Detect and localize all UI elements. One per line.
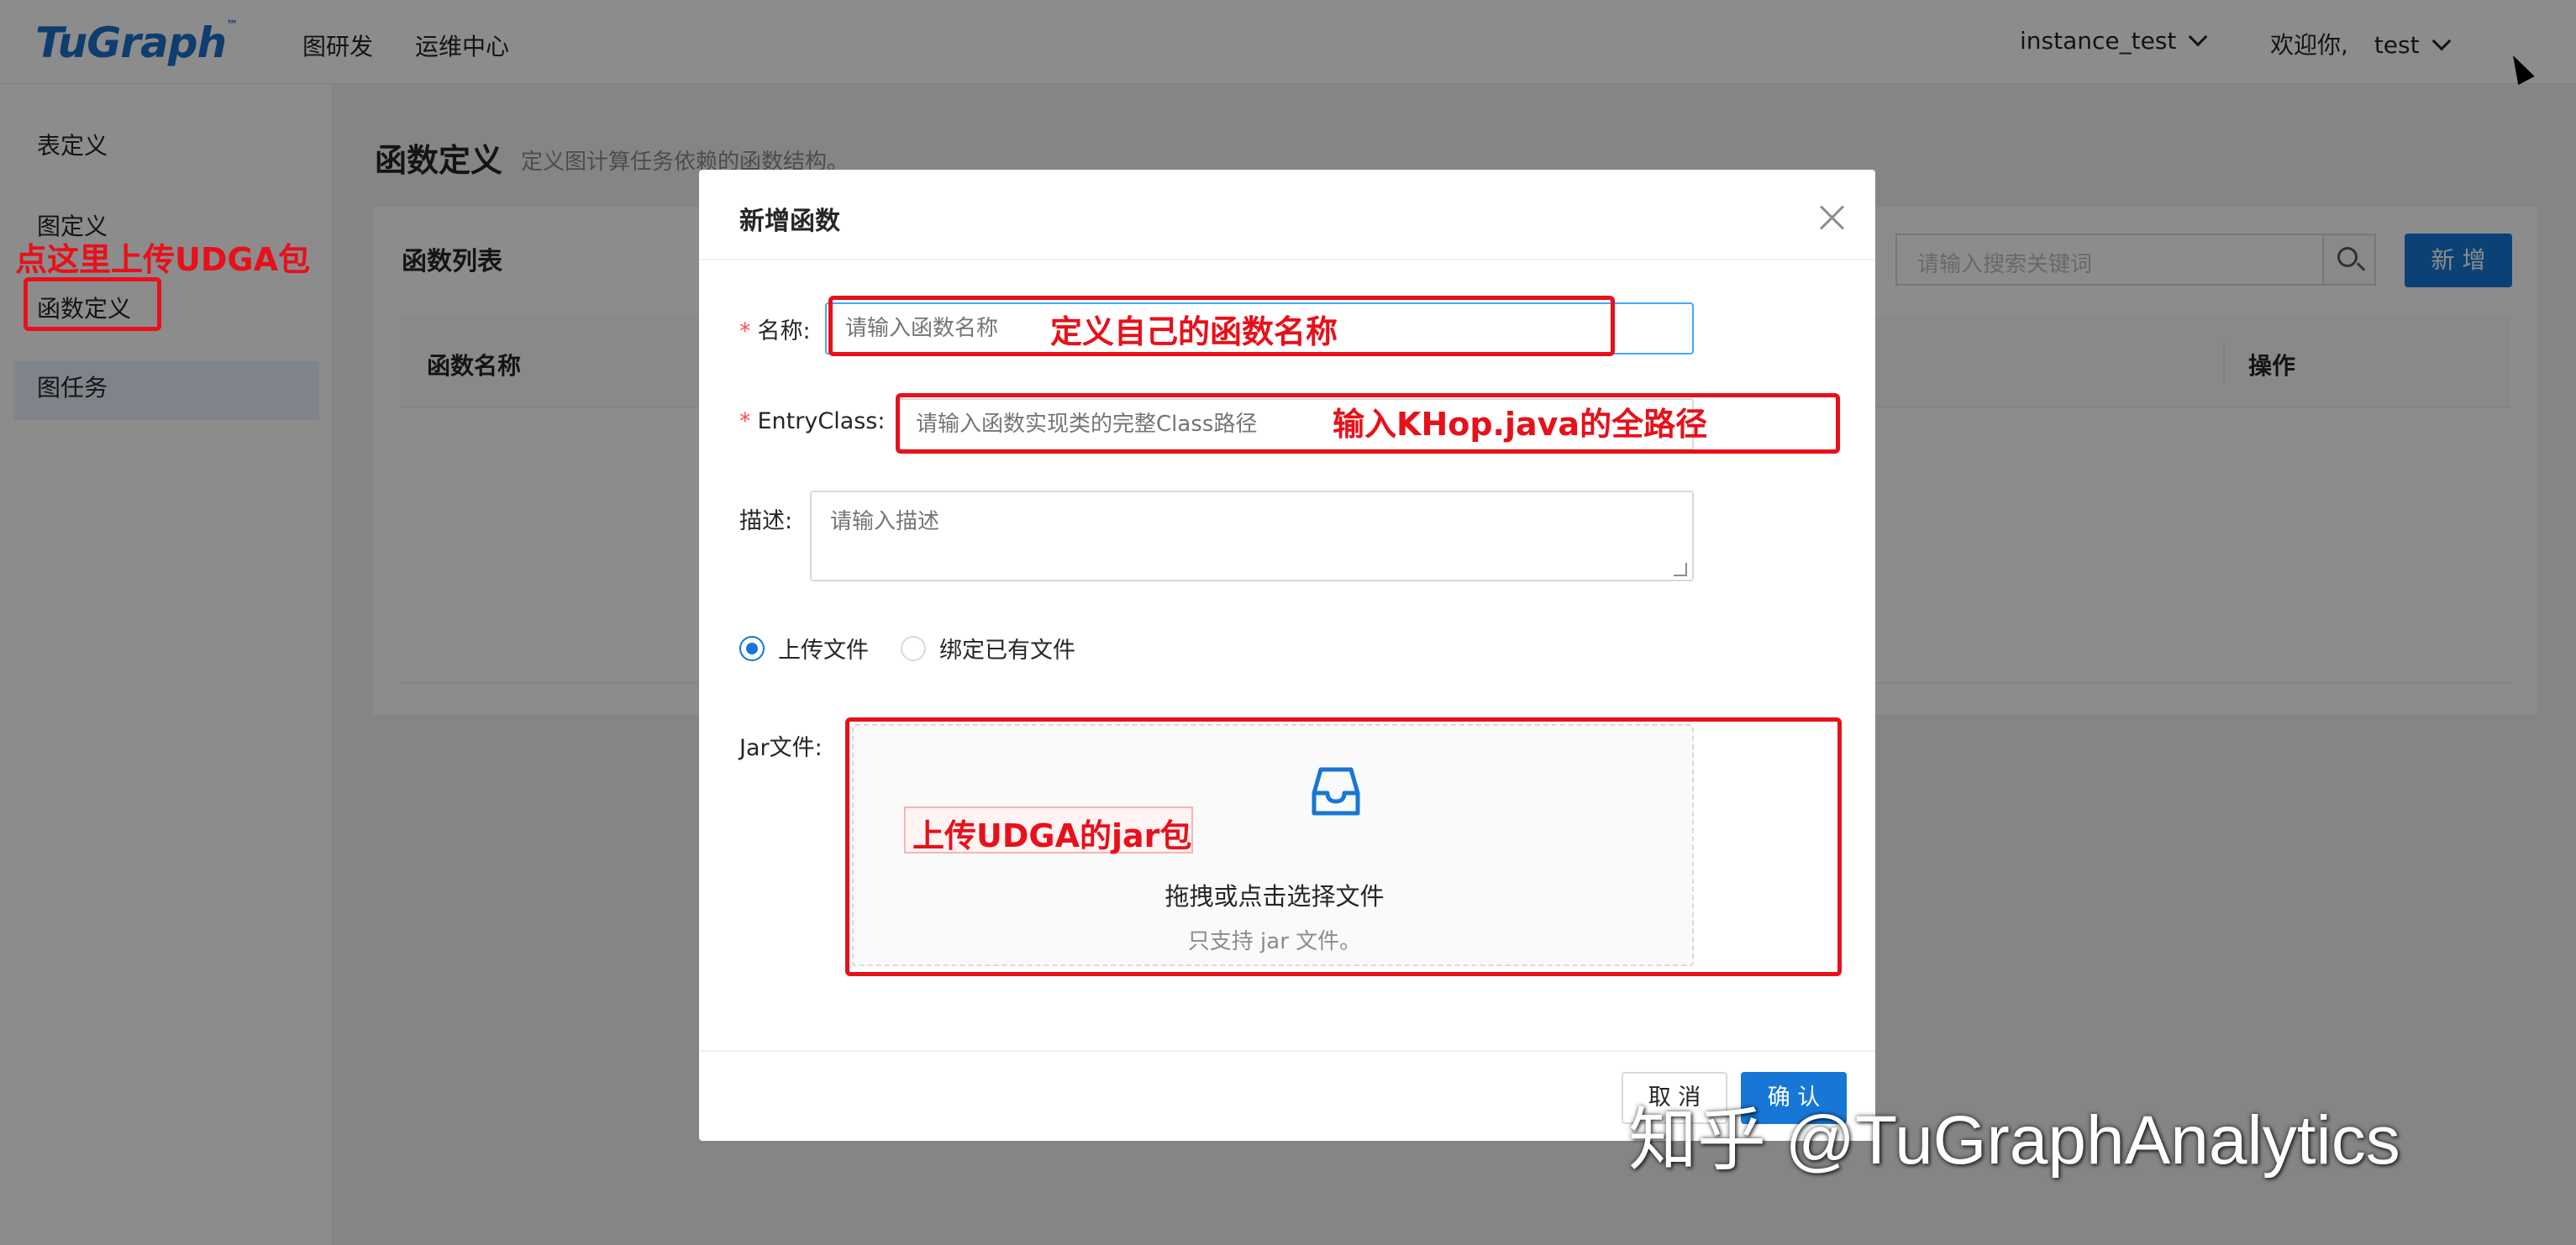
annotation-jar-note: 上传UDGA的jar包 bbox=[912, 817, 1192, 854]
description-label: 描述: bbox=[739, 508, 793, 534]
required-marker: * bbox=[739, 408, 751, 434]
radio-checked-icon bbox=[739, 635, 765, 661]
annotation-box-sidebar bbox=[24, 277, 161, 331]
annotation-sidebar-note: 点这里上传UDGA包 bbox=[15, 241, 310, 278]
name-label: * 名称: bbox=[739, 313, 811, 345]
required-marker: * bbox=[739, 318, 751, 344]
radio-bind-label: 绑定已有文件 bbox=[939, 638, 1075, 664]
watermark: 知乎 @TuGraphAnalytics bbox=[1628, 1102, 2400, 1179]
radio-upload-file[interactable]: 上传文件 bbox=[739, 632, 869, 665]
entry-class-label: * EntryClass: bbox=[739, 408, 885, 434]
description-textarea[interactable] bbox=[810, 491, 1694, 581]
modal-header: 新增函数 bbox=[699, 170, 1875, 260]
modal-title: 新增函数 bbox=[739, 207, 840, 236]
annotation-entry-note: 输入KHop.java的全路径 bbox=[1333, 406, 1708, 443]
entry-class-label-text: EntryClass: bbox=[757, 408, 886, 434]
radio-bind-existing[interactable]: 绑定已有文件 bbox=[901, 632, 1075, 665]
annotation-name-note: 定义自己的函数名称 bbox=[1050, 313, 1338, 350]
name-label-text: 名称: bbox=[757, 318, 811, 344]
radio-upload-label: 上传文件 bbox=[778, 638, 869, 664]
radio-unchecked-icon bbox=[901, 635, 926, 661]
close-icon[interactable] bbox=[1818, 203, 1845, 230]
jar-file-label: Jar文件: bbox=[739, 735, 823, 761]
resize-handle-icon[interactable] bbox=[1674, 563, 1687, 576]
